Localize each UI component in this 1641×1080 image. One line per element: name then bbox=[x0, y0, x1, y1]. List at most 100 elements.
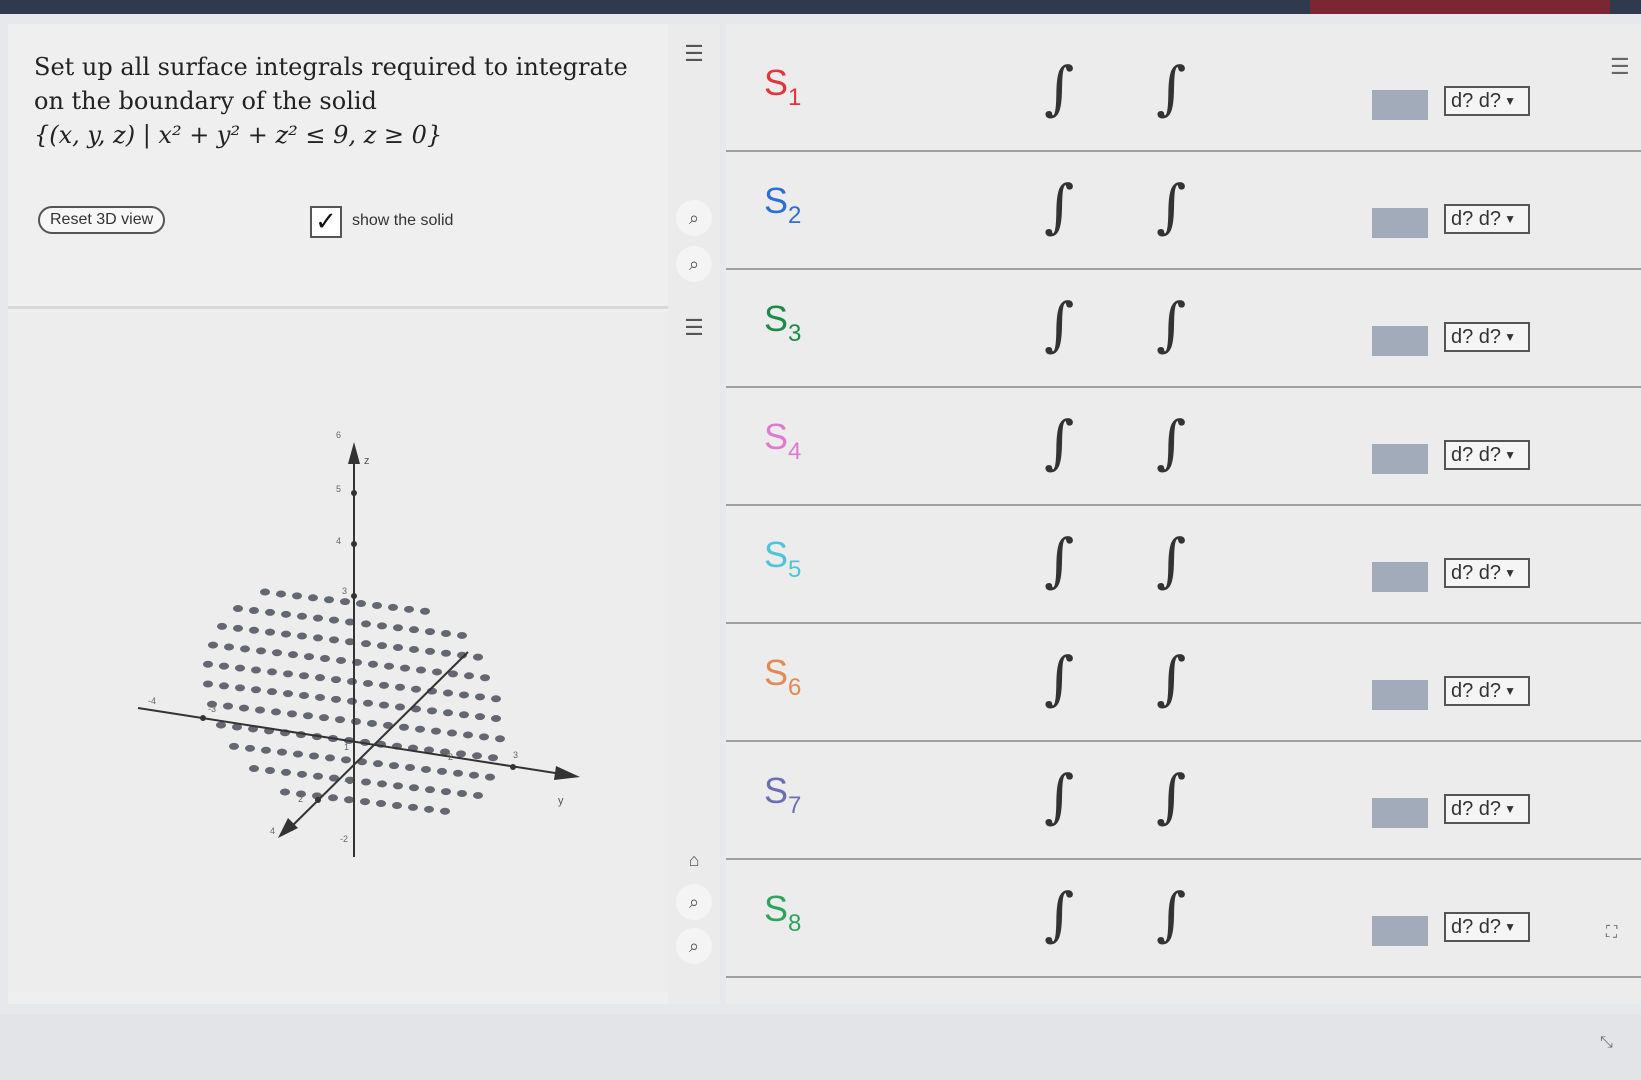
solid-point bbox=[283, 670, 293, 678]
surface-label: S5 bbox=[764, 534, 801, 584]
solid-point bbox=[233, 624, 243, 632]
zoom-in-icon[interactable]: ⌕ bbox=[676, 200, 712, 236]
solid-point bbox=[393, 644, 403, 652]
solid-point bbox=[453, 769, 463, 777]
solid-point bbox=[329, 636, 339, 644]
solid-point bbox=[372, 601, 382, 609]
solid-point bbox=[409, 784, 419, 792]
differential-dropdown[interactable]: d? d? ▼ bbox=[1444, 86, 1530, 116]
solid-point bbox=[416, 666, 426, 674]
chevron-down-icon: ▼ bbox=[1504, 330, 1516, 344]
surface-subscript: 5 bbox=[788, 556, 802, 583]
solid-point bbox=[287, 710, 297, 718]
integrand-input[interactable] bbox=[1372, 90, 1428, 120]
integrand-input[interactable] bbox=[1372, 326, 1428, 356]
integrand-input[interactable] bbox=[1372, 208, 1428, 238]
solid-point bbox=[292, 592, 302, 600]
solid-point bbox=[469, 771, 479, 779]
solid-point bbox=[336, 656, 346, 664]
fullscreen-icon[interactable]: ⛶ bbox=[1606, 924, 1617, 942]
menu-settings-icon[interactable]: ☰ bbox=[676, 36, 712, 72]
solid-point bbox=[229, 742, 239, 750]
differential-value: d? d? bbox=[1451, 444, 1502, 466]
zoom-out-icon[interactable]: ⌕ bbox=[676, 928, 712, 964]
solid-point bbox=[297, 612, 307, 620]
solid-point bbox=[457, 631, 467, 639]
solid-point bbox=[313, 614, 323, 622]
surface-subscript: 8 bbox=[788, 910, 802, 937]
solid-point bbox=[265, 766, 275, 774]
solid-point bbox=[281, 630, 291, 638]
solid-point bbox=[425, 647, 435, 655]
differential-dropdown[interactable]: d? d? ▼ bbox=[1444, 204, 1530, 234]
differential-dropdown[interactable]: d? d? ▼ bbox=[1444, 322, 1530, 352]
solid-point bbox=[271, 708, 281, 716]
solid-point bbox=[457, 790, 467, 798]
z-tick-5: 5 bbox=[336, 484, 341, 494]
solid-point bbox=[363, 679, 373, 687]
solid-point bbox=[281, 610, 291, 618]
solid-point bbox=[331, 676, 341, 684]
solid-point bbox=[408, 803, 418, 811]
solid-point bbox=[217, 622, 227, 630]
z-tick-mark bbox=[351, 541, 357, 547]
solid-point bbox=[235, 684, 245, 692]
solid-point bbox=[389, 762, 399, 770]
solid-point bbox=[377, 622, 387, 630]
zoom-out-icon[interactable]: ⌕ bbox=[676, 246, 712, 282]
solid-point bbox=[299, 692, 309, 700]
solid-point bbox=[261, 746, 271, 754]
solid-point bbox=[437, 767, 447, 775]
integrand-input[interactable] bbox=[1372, 562, 1428, 592]
solid-point bbox=[283, 690, 293, 698]
solid-point bbox=[297, 770, 307, 778]
integral-sign-inner: ∫ bbox=[1156, 526, 1187, 594]
y-tick-3: 3 bbox=[513, 750, 518, 760]
graph-3d-view[interactable]: z y 6 5 4 3 -2 4 2 -1 1 -4 -3 2 3 bbox=[8, 312, 668, 992]
solid-point bbox=[219, 662, 229, 670]
differential-dropdown[interactable]: d? d? ▼ bbox=[1444, 676, 1530, 706]
solid-point bbox=[441, 788, 451, 796]
solid-point bbox=[280, 788, 290, 796]
surface-name: S bbox=[764, 416, 789, 457]
differential-dropdown[interactable]: d? d? ▼ bbox=[1444, 912, 1530, 942]
integrand-input[interactable] bbox=[1372, 444, 1428, 474]
solid-point bbox=[409, 626, 419, 634]
solid-point bbox=[363, 699, 373, 707]
surface-row: S8 ∫ ∫ d? d? ▼ bbox=[726, 860, 1641, 978]
solid-point bbox=[347, 697, 357, 705]
solid-point bbox=[456, 750, 466, 758]
solid-point bbox=[443, 709, 453, 717]
solid-point bbox=[335, 716, 345, 724]
solid-point bbox=[360, 798, 370, 806]
reset-3d-view-button[interactable]: Reset 3D view bbox=[38, 206, 166, 234]
integrand-input[interactable] bbox=[1372, 798, 1428, 828]
graph-toolbar: ☰ ⌕ ⌕ ☰ ⌂ ⌕ ⌕ bbox=[668, 24, 720, 1004]
graph-menu-icon[interactable]: ☰ bbox=[676, 310, 712, 346]
solid-point bbox=[473, 653, 483, 661]
differential-dropdown[interactable]: d? d? ▼ bbox=[1444, 558, 1530, 588]
graph-3d-svg[interactable]: z y 6 5 4 3 -2 4 2 -1 1 -4 -3 2 3 bbox=[8, 312, 668, 992]
solid-point bbox=[313, 634, 323, 642]
solid-point bbox=[288, 651, 298, 659]
integral-sign-outer: ∫ bbox=[1044, 526, 1075, 594]
zoom-in-icon[interactable]: ⌕ bbox=[676, 884, 712, 920]
solid-point bbox=[361, 620, 371, 628]
solid-point bbox=[329, 616, 339, 624]
show-solid-checkbox[interactable]: ✓ bbox=[310, 206, 342, 238]
surface-row: S7 ∫ ∫ d? d? ▼ bbox=[726, 742, 1641, 860]
solid-point bbox=[256, 647, 266, 655]
differential-value: d? d? bbox=[1451, 916, 1502, 938]
differential-value: d? d? bbox=[1451, 562, 1502, 584]
chevron-down-icon: ▼ bbox=[1504, 94, 1516, 108]
collapse-icon[interactable]: ⤡ bbox=[1600, 1034, 1613, 1052]
solid-point bbox=[203, 680, 213, 688]
differential-dropdown[interactable]: d? d? ▼ bbox=[1444, 440, 1530, 470]
differential-dropdown[interactable]: d? d? ▼ bbox=[1444, 794, 1530, 824]
z-tick-6: 6 bbox=[336, 430, 341, 440]
integrand-input[interactable] bbox=[1372, 916, 1428, 946]
solid-point bbox=[379, 701, 389, 709]
home-icon[interactable]: ⌂ bbox=[676, 842, 712, 878]
integrand-input[interactable] bbox=[1372, 680, 1428, 710]
solid-point bbox=[299, 672, 309, 680]
